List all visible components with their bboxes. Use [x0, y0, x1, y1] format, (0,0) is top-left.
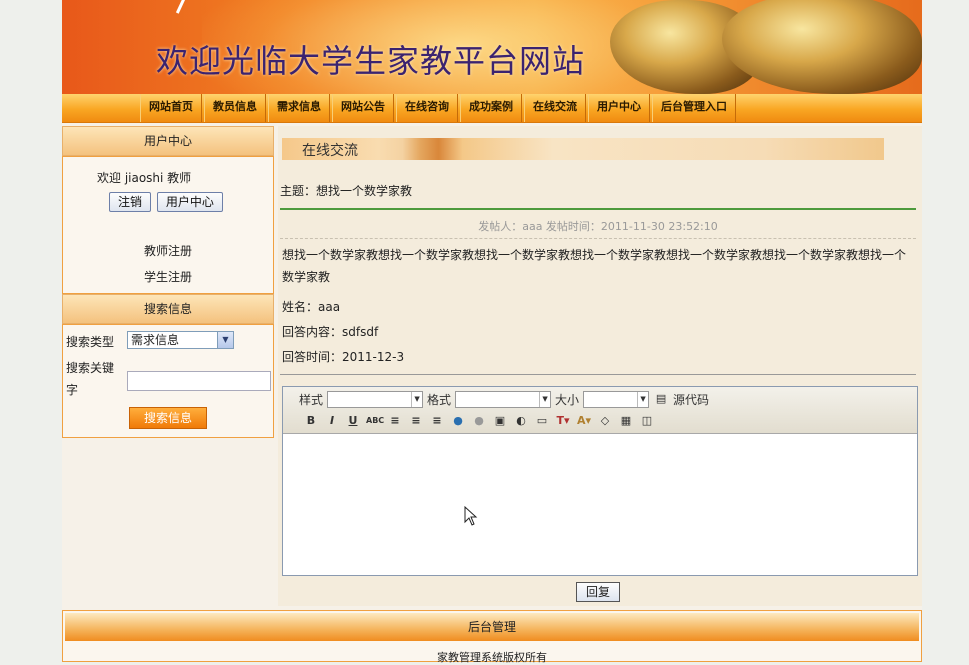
section-title-bar: 在线交流 — [282, 138, 884, 160]
user-center-heading: 用户中心 — [62, 126, 274, 156]
image-icon[interactable]: ▣ — [492, 414, 508, 428]
rich-text-editor: 样式 ▼ 格式 ▼ 大小 ▼ ▤ 源代码 B I U ABC ≡ ≡ ≡ ● ●… — [282, 386, 918, 576]
nav-demands[interactable]: 需求信息 — [268, 94, 330, 122]
table-frame-icon[interactable]: ▭ — [534, 414, 550, 428]
keyword-input[interactable] — [127, 371, 271, 391]
student-register-link[interactable]: 学生注册 — [63, 264, 273, 290]
underline-icon[interactable]: U — [345, 414, 361, 428]
nav-cases[interactable]: 成功案例 — [460, 94, 522, 122]
dashed-divider — [280, 238, 916, 239]
editor-toolbar: 样式 ▼ 格式 ▼ 大小 ▼ ▤ 源代码 B I U ABC ≡ ≡ ≡ ● ●… — [283, 387, 917, 434]
welcome-text: 欢迎 jiaoshi 教师 — [97, 171, 192, 185]
footer: 后台管理 家教管理系统版权所有 — [62, 610, 922, 664]
section-title: 在线交流 — [302, 143, 358, 159]
reply-button[interactable]: 回复 — [576, 582, 621, 602]
text-color-icon[interactable]: T▾ — [555, 414, 571, 428]
page: 欢迎光临大学生家教平台网站 网站首页 教员信息 需求信息 网站公告 在线咨询 成… — [62, 0, 922, 664]
search-type-select[interactable]: 需求信息 ▼ — [127, 331, 234, 349]
format-select[interactable]: ▼ — [455, 390, 552, 408]
nav-chat[interactable]: 在线交流 — [524, 94, 586, 122]
table-icon[interactable]: ▦ — [618, 414, 634, 428]
unlink-icon[interactable]: ● — [471, 414, 487, 428]
logout-button[interactable]: 注销 — [109, 192, 152, 212]
align-center-icon[interactable]: ≡ — [408, 414, 424, 428]
link-icon[interactable]: ● — [450, 414, 466, 428]
eraser-icon[interactable]: ◇ — [597, 414, 613, 428]
bold-icon[interactable]: B — [303, 414, 319, 428]
nav-home[interactable]: 网站首页 — [140, 94, 202, 122]
nav-user-center[interactable]: 用户中心 — [588, 94, 650, 122]
search-type-value: 需求信息 — [131, 333, 180, 347]
mouse-cursor-icon — [464, 506, 478, 526]
post-meta: 发帖人：aaa 发帖时间：2011-11-30 23:52:10 — [478, 220, 718, 233]
chevron-down-icon: ▼ — [217, 332, 233, 348]
editor-text-area[interactable] — [283, 434, 917, 575]
background-color-icon[interactable]: A▾ — [576, 414, 592, 428]
name-line: 姓名：aaa — [282, 300, 341, 314]
nav-announcements[interactable]: 网站公告 — [332, 94, 394, 122]
copyright-text: 家教管理系统版权所有 — [437, 651, 547, 664]
strikethrough-icon[interactable]: ABC — [366, 414, 384, 428]
italic-icon[interactable]: I — [324, 414, 340, 428]
post-content: 想找一个数学家教想找一个数学家教想找一个数学家教想找一个数学家教想找一个数学家教… — [282, 248, 907, 284]
topic-title: 主题：想找一个数学家教 — [280, 184, 413, 198]
nav-consult[interactable]: 在线咨询 — [396, 94, 458, 122]
header-banner: 欢迎光临大学生家教平台网站 — [62, 0, 922, 94]
nav-teachers[interactable]: 教员信息 — [204, 94, 266, 122]
search-panel: 搜索类型 需求信息 ▼ 搜索关键字 搜索信息 — [62, 324, 274, 438]
align-left-icon[interactable]: ≡ — [387, 414, 403, 428]
user-panel: 欢迎 jiaoshi 教师 注销 用户中心 教师注册 学生注册 — [62, 156, 274, 294]
keyword-label: 搜索关键字 — [66, 361, 115, 397]
search-heading: 搜索信息 — [62, 294, 274, 324]
reply-content-line: 回答内容：sdfsdf — [282, 325, 379, 339]
sidebar: 用户中心 欢迎 jiaoshi 教师 注销 用户中心 教师注册 学生注册 搜索信… — [62, 126, 274, 438]
site-title: 欢迎光临大学生家教平台网站 — [156, 42, 586, 80]
style-select[interactable]: ▼ — [327, 390, 424, 408]
teacher-register-link[interactable]: 教师注册 — [63, 238, 273, 264]
footer-admin-heading: 后台管理 — [65, 613, 919, 641]
main-nav: 网站首页 教员信息 需求信息 网站公告 在线咨询 成功案例 在线交流 用户中心 … — [62, 94, 922, 123]
reply-time-line: 回答时间：2011-12-3 — [282, 350, 405, 364]
main-content: 在线交流 主题：想找一个数学家教 发帖人：aaa 发帖时间：2011-11-30… — [278, 126, 922, 606]
source-code-icon[interactable]: ▤ — [653, 392, 669, 406]
lion-statue-image-2 — [722, 0, 922, 94]
divider — [280, 208, 916, 210]
search-button[interactable]: 搜索信息 — [129, 407, 207, 429]
separator — [280, 374, 916, 375]
size-select[interactable]: ▼ — [583, 390, 650, 408]
style-label: 样式 — [299, 392, 324, 407]
nav-admin[interactable]: 后台管理入口 — [652, 94, 736, 122]
source-code-button[interactable]: 源代码 — [673, 391, 709, 408]
align-right-icon[interactable]: ≡ — [429, 414, 445, 428]
flash-icon[interactable]: ◐ — [513, 414, 529, 428]
size-label: 大小 — [555, 392, 580, 407]
user-center-button[interactable]: 用户中心 — [156, 192, 223, 212]
format-label: 格式 — [427, 392, 452, 407]
search-type-label: 搜索类型 — [66, 335, 115, 349]
preview-icon[interactable]: ◫ — [639, 414, 655, 428]
